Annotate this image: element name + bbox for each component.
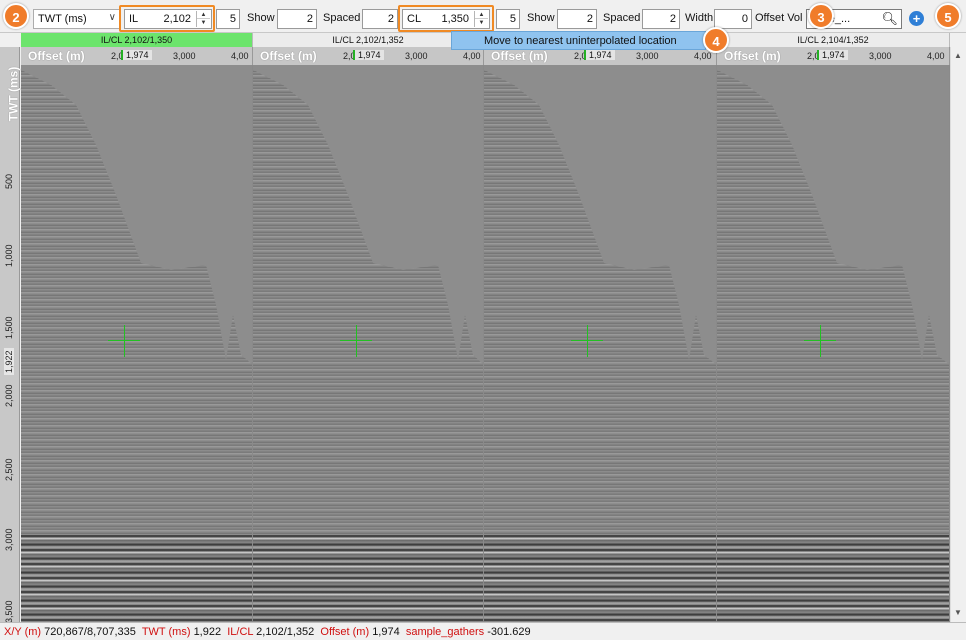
spaced-label-1: Spaced <box>323 12 361 24</box>
offset-tick: 3,000 <box>636 51 659 61</box>
width-field[interactable]: 0 <box>714 9 752 29</box>
status-xy-value: 720,867/8,707,335 <box>44 626 136 638</box>
reflection-bands <box>253 535 483 622</box>
offset-axis-title: Offset (m) <box>491 49 548 63</box>
domain-select[interactable]: TWT (ms) ∨ <box>33 9 121 29</box>
chevron-down-icon: ∨ <box>108 12 116 23</box>
time-tick: 2,000 <box>4 384 14 407</box>
time-tick: 2,500 <box>4 458 14 481</box>
offset-axis-title: Offset (m) <box>28 49 85 63</box>
offset-tick-current: 1,974 <box>817 50 848 60</box>
time-tick: 3,500 <box>4 600 14 623</box>
status-xy-label: X/Y (m) <box>4 626 42 638</box>
status-twt-label: TWT (ms) <box>141 626 191 638</box>
time-tick: 1,000 <box>4 244 14 267</box>
offset-tick: 3,000 <box>405 51 428 61</box>
search-icon[interactable]: 🔍︎ <box>881 11 898 27</box>
offset-axis: Offset (m) 2,0 1,974 3,000 4,00 <box>717 47 950 65</box>
show-label-2: Show <box>527 12 555 24</box>
callout-badge-2: 2 <box>3 3 29 29</box>
offset-axis: Offset (m) 2,0 1,974 3,000 4,00 <box>21 47 253 65</box>
mute-zone <box>21 65 252 365</box>
crosshair-vertical <box>820 325 821 357</box>
crossline-highlight <box>398 5 494 32</box>
offset-axis-title: Offset (m) <box>260 49 317 63</box>
mute-zone <box>717 65 949 365</box>
offset-axis: Offset (m) 2,0 1,974 3,000 4,00 <box>253 47 484 65</box>
vertical-scrollbar[interactable]: ▲ ▼ <box>950 47 964 622</box>
offset-tick: 4,00 <box>463 51 481 61</box>
spaced-field-1[interactable]: 2 <box>362 9 398 29</box>
offset-tick: 4,00 <box>927 51 945 61</box>
offset-tick-current: 1,974 <box>121 50 152 60</box>
status-ilcl-value: 2,102/1,352 <box>256 626 315 638</box>
time-tick: 500 <box>4 173 14 189</box>
show-field-2[interactable]: 2 <box>557 9 597 29</box>
offset-axis-title: Offset (m) <box>724 49 781 63</box>
gather-panel-1[interactable] <box>21 65 253 622</box>
status-ilcl-label: IL/CL <box>227 626 254 638</box>
crossline-step-field[interactable]: 5 <box>496 9 520 29</box>
gather-panel-2[interactable] <box>253 65 484 622</box>
panel-title-1[interactable]: IL/CL 2,102/1,350 <box>21 33 253 47</box>
gather-panel-4[interactable] <box>717 65 950 622</box>
offset-tick: 4,00 <box>231 51 249 61</box>
move-to-nearest-tooltip[interactable]: Move to nearest uninterpolated location <box>451 31 706 50</box>
scroll-down-icon[interactable]: ▼ <box>954 608 962 617</box>
show-field-1[interactable]: 2 <box>277 9 317 29</box>
callout-badge-5: 5 <box>935 3 961 29</box>
offset-tick: 3,000 <box>173 51 196 61</box>
time-axis-title: TWT (ms) <box>6 66 21 122</box>
status-offset-label: Offset (m) <box>320 626 370 638</box>
status-gathers-value: -301.629 <box>487 626 531 638</box>
status-bar: X/Y (m) 720,867/8,707,335 TWT (ms) 1,922… <box>0 622 966 640</box>
panel-title-2[interactable]: IL/CL 2,102/1,352 <box>253 33 484 47</box>
spaced-field-2[interactable]: 2 <box>642 9 680 29</box>
callout-badge-3: 3 <box>808 3 834 29</box>
width-label: Width <box>685 12 714 24</box>
reflection-bands <box>717 535 949 622</box>
reflection-bands <box>21 535 252 622</box>
panel-title-4[interactable]: IL/CL 2,104/1,352 <box>717 33 950 47</box>
offset-tick-current: 1,974 <box>584 50 615 60</box>
reflection-bands <box>484 535 716 622</box>
time-tick: 3,000 <box>4 528 14 551</box>
offset-tick-current: 1,974 <box>353 50 384 60</box>
add-icon[interactable]: + <box>909 11 924 26</box>
offset-tick: 4,00 <box>694 51 712 61</box>
time-tick-current: 1,922 <box>4 348 14 375</box>
crosshair-vertical <box>587 325 588 357</box>
status-twt-value: 1,922 <box>193 626 222 638</box>
scroll-up-icon[interactable]: ▲ <box>954 51 962 60</box>
inline-highlight <box>119 5 215 32</box>
crosshair-vertical <box>356 325 357 357</box>
offset-vol-label: Offset Vol <box>755 12 803 24</box>
status-offset-value: 1,974 <box>372 626 400 638</box>
time-tick: 1,500 <box>4 316 14 339</box>
show-label-1: Show <box>247 12 275 24</box>
spaced-label-2: Spaced <box>603 12 641 24</box>
callout-badge-4: 4 <box>703 27 729 53</box>
status-gathers-label: sample_gathers <box>405 626 485 638</box>
offset-tick: 3,000 <box>869 51 892 61</box>
gather-panel-3[interactable] <box>484 65 717 622</box>
inline-step-field[interactable]: 5 <box>216 9 240 29</box>
time-axis: TWT (ms) 500 1,000 1,500 1,922 2,000 2,5… <box>0 47 21 623</box>
crosshair-vertical <box>124 325 125 357</box>
mute-zone <box>253 65 483 365</box>
domain-select-value: TWT (ms) <box>38 13 87 25</box>
mute-zone <box>484 65 716 365</box>
